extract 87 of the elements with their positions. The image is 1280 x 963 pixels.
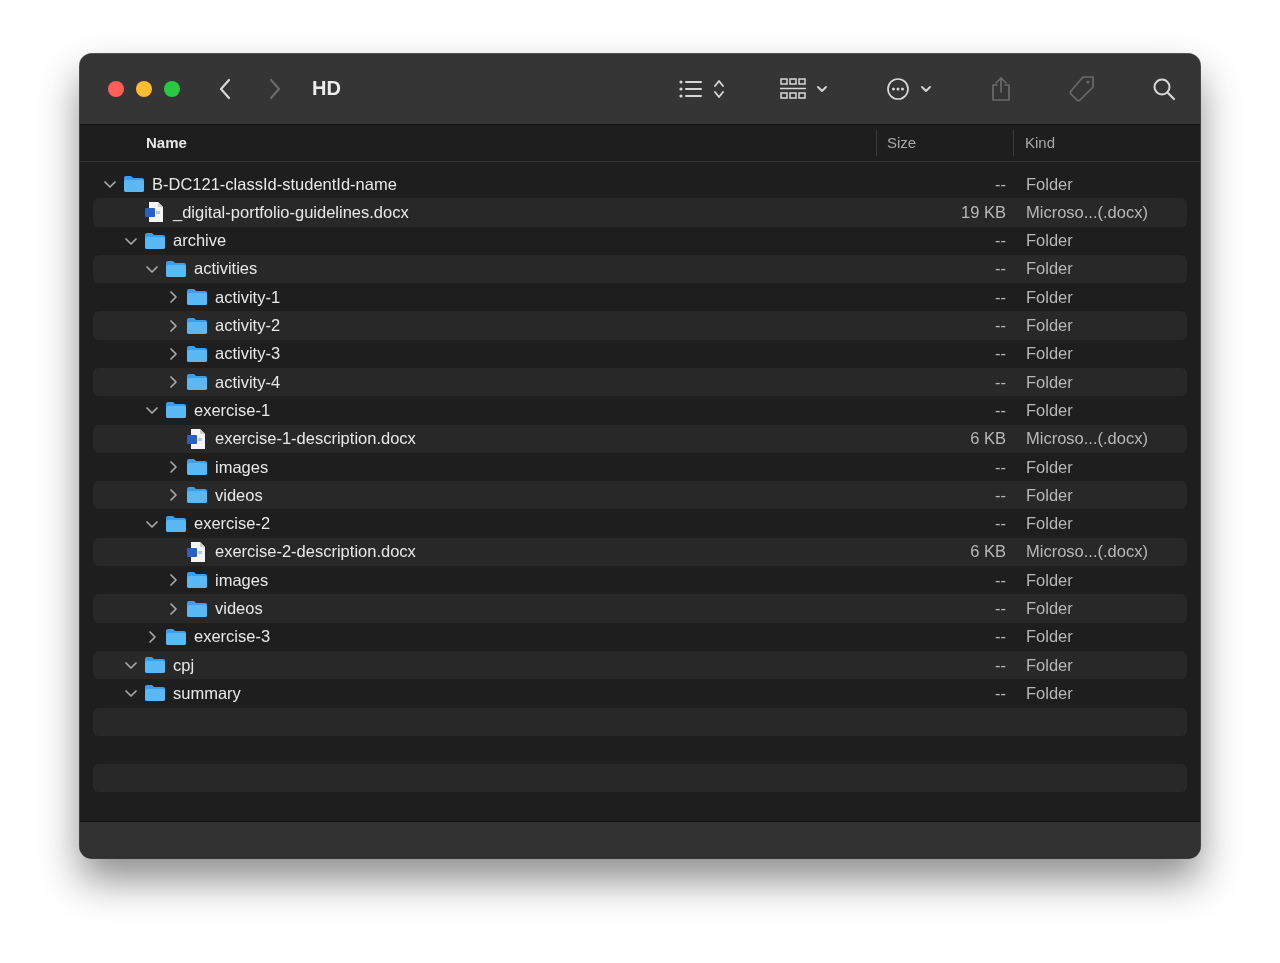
file-name[interactable]: exercise-2-description.docx bbox=[215, 542, 416, 562]
folder-icon bbox=[165, 514, 187, 533]
file-kind: Folder bbox=[1025, 570, 1073, 590]
file-name[interactable]: cpj bbox=[173, 655, 195, 675]
file-name[interactable]: archive bbox=[173, 231, 227, 251]
file-name[interactable]: images bbox=[215, 457, 269, 477]
file-kind: Folder bbox=[1025, 627, 1073, 647]
zoom-button[interactable] bbox=[164, 80, 180, 97]
file-size: -- bbox=[994, 231, 1006, 251]
file-size: -- bbox=[994, 570, 1006, 590]
file-kind: Folder bbox=[1025, 655, 1073, 675]
file-size: -- bbox=[994, 485, 1006, 505]
file-kind: Folder bbox=[1025, 485, 1073, 505]
file-kind: Folder bbox=[1025, 344, 1073, 364]
file-name[interactable]: exercise-1-description.docx bbox=[215, 429, 416, 449]
file-name[interactable]: activity-3 bbox=[215, 344, 281, 364]
folder-icon bbox=[144, 684, 166, 703]
window-title: HD bbox=[312, 77, 341, 101]
file-kind: Folder bbox=[1025, 457, 1073, 477]
file-name[interactable]: videos bbox=[215, 599, 263, 618]
file-size: -- bbox=[994, 683, 1006, 703]
folder-icon bbox=[186, 458, 208, 477]
file-size: -- bbox=[994, 627, 1006, 647]
folder-icon bbox=[144, 656, 166, 675]
file-name[interactable]: _digital-portfolio-guidelines.docx bbox=[173, 202, 409, 222]
folder-icon bbox=[186, 486, 208, 505]
folder-icon bbox=[165, 627, 187, 646]
folder-icon bbox=[144, 231, 166, 250]
close-button[interactable] bbox=[108, 80, 124, 97]
file-name[interactable]: exercise-3 bbox=[194, 627, 271, 647]
minimize-button[interactable] bbox=[136, 80, 152, 97]
word-document-icon bbox=[186, 540, 208, 563]
folder-icon bbox=[186, 571, 208, 590]
file-name[interactable]: activity-2 bbox=[215, 316, 281, 336]
word-document-icon bbox=[144, 201, 166, 224]
file-size: -- bbox=[994, 599, 1006, 618]
folder-icon bbox=[186, 344, 208, 363]
file-size: 6 KB bbox=[969, 542, 1006, 562]
file-size: -- bbox=[994, 400, 1006, 420]
file-name[interactable]: activity-4 bbox=[215, 372, 281, 392]
file-kind: Microso...(.docx) bbox=[1025, 202, 1148, 222]
file-kind: Folder bbox=[1025, 287, 1073, 307]
file-kind: Folder bbox=[1025, 231, 1073, 251]
file-size: -- bbox=[994, 287, 1006, 307]
file-kind: Folder bbox=[1025, 400, 1073, 420]
file-kind: Folder bbox=[1025, 316, 1073, 336]
folder-icon bbox=[186, 373, 208, 392]
file-kind: Folder bbox=[1025, 372, 1073, 392]
file-name[interactable]: B-DC121-classId-studentId-name bbox=[152, 174, 397, 194]
folder-icon bbox=[186, 288, 208, 307]
chevron-left-icon[interactable] bbox=[218, 77, 232, 100]
file-kind: Microso...(.docx) bbox=[1025, 429, 1148, 449]
file-size: -- bbox=[994, 372, 1006, 392]
folder-icon bbox=[165, 259, 187, 278]
file-size: -- bbox=[994, 514, 1006, 534]
word-document-icon bbox=[186, 427, 208, 450]
file-size: -- bbox=[994, 457, 1006, 477]
file-kind: Microso...(.docx) bbox=[1025, 542, 1148, 562]
file-kind: Folder bbox=[1025, 259, 1073, 279]
search-icon[interactable] bbox=[1152, 76, 1176, 101]
file-size: -- bbox=[994, 174, 1006, 194]
file-name[interactable]: activity-1 bbox=[215, 287, 281, 307]
file-size: 6 KB bbox=[969, 429, 1006, 449]
file-kind: Folder bbox=[1025, 174, 1073, 194]
file-kind: Folder bbox=[1025, 683, 1073, 703]
file-kind: Folder bbox=[1025, 514, 1073, 534]
file-size: -- bbox=[994, 316, 1006, 336]
folder-icon bbox=[123, 175, 145, 194]
folder-icon bbox=[186, 599, 208, 618]
file-name[interactable]: exercise-1 bbox=[194, 400, 271, 420]
file-size: -- bbox=[994, 259, 1006, 279]
column-header[interactable]: Name bbox=[80, 129, 877, 156]
file-size: 19 KB bbox=[960, 202, 1006, 222]
folder-icon bbox=[165, 401, 187, 420]
file-size: -- bbox=[994, 655, 1006, 675]
folder-icon bbox=[186, 316, 208, 335]
grid-icon[interactable] bbox=[780, 76, 830, 101]
column-header[interactable]: Size bbox=[877, 129, 1014, 156]
column-header[interactable]: Kind bbox=[1014, 129, 1056, 156]
file-name[interactable]: images bbox=[215, 570, 269, 590]
file-name[interactable]: exercise-2 bbox=[194, 514, 271, 534]
file-name[interactable]: videos bbox=[215, 485, 263, 505]
file-name[interactable]: activities bbox=[194, 259, 258, 279]
file-kind: Folder bbox=[1025, 599, 1073, 618]
file-size: -- bbox=[994, 344, 1006, 364]
file-name[interactable]: summary bbox=[173, 683, 241, 703]
ellipsis-icon[interactable] bbox=[886, 76, 934, 101]
